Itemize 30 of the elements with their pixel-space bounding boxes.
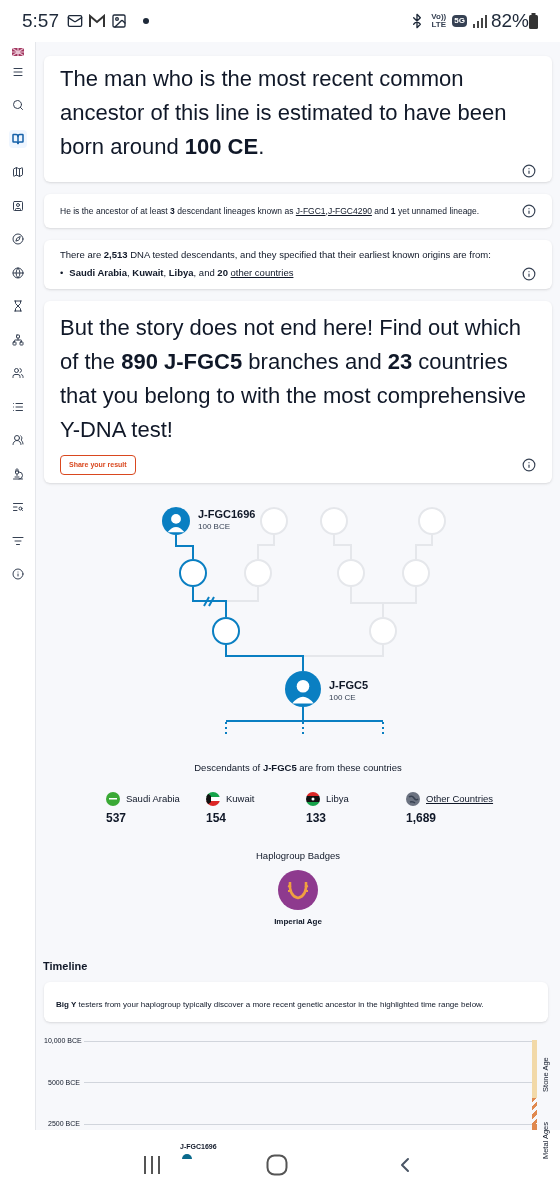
timeline-note: Big Y testers from your haplogroup typically discover a more recent genetic ancestor in the highlighted time range below. <box>56 1000 484 1010</box>
country-count: 133 <box>306 809 328 827</box>
country-name: Kuwait <box>226 792 255 807</box>
country-count: 537 <box>106 809 128 827</box>
lineage-text: He is the ancestor of at least 3 descendant lineages known as J-FGC1,J-FGC4290 and 1 yet unnamed lineage. <box>60 204 481 218</box>
battery-percent: 82% <box>490 8 529 33</box>
clock-time: 5:57 <box>22 8 59 33</box>
badges-title: Haplogroup Badges <box>255 848 341 863</box>
countries-caption: Descendants of J-FGC5 are from these countries <box>193 761 403 775</box>
country-count: 1,689 <box>406 809 438 827</box>
ancestor-text: The man who is the most recent common ancestor of this line is estimated to have been born around 100 CE. <box>60 65 508 161</box>
network-label: 5G <box>452 15 467 27</box>
node-date: 100 BCE <box>198 521 232 532</box>
badge-name: Imperial Age <box>274 915 322 928</box>
country-count: 154 <box>206 809 228 827</box>
country-link[interactable]: Other Countries <box>426 792 494 807</box>
node-date: 100 CE <box>329 692 357 703</box>
country-name: Saudi Arabia <box>126 792 180 807</box>
origins-text: Saudi Arabia, Kuwait, Libya, and 20 other countries <box>69 266 294 281</box>
lte-label: LTE <box>431 21 447 29</box>
lineage-link[interactable]: J-FGC1 <box>295 205 326 216</box>
country-name: Libya <box>326 792 349 807</box>
descendants-text: There are 2,513 DNA tested descendants, and they specified that their earliest known origins are from: <box>60 248 492 262</box>
other-countries-link[interactable]: other countries <box>230 267 294 279</box>
node-name: J-FGC1696 <box>198 508 256 522</box>
node-name: J-FGC5 <box>329 679 369 693</box>
volte-label: Vo)) <box>431 13 447 21</box>
bullet: • <box>60 266 64 281</box>
promo-text: But the story does not end here! Find out which of the 890 J-FGC5 branches and 23 countries that you belong to with the most comprehensive Y-DNA test! <box>60 313 527 444</box>
timeline-title: Timeline <box>43 958 89 974</box>
